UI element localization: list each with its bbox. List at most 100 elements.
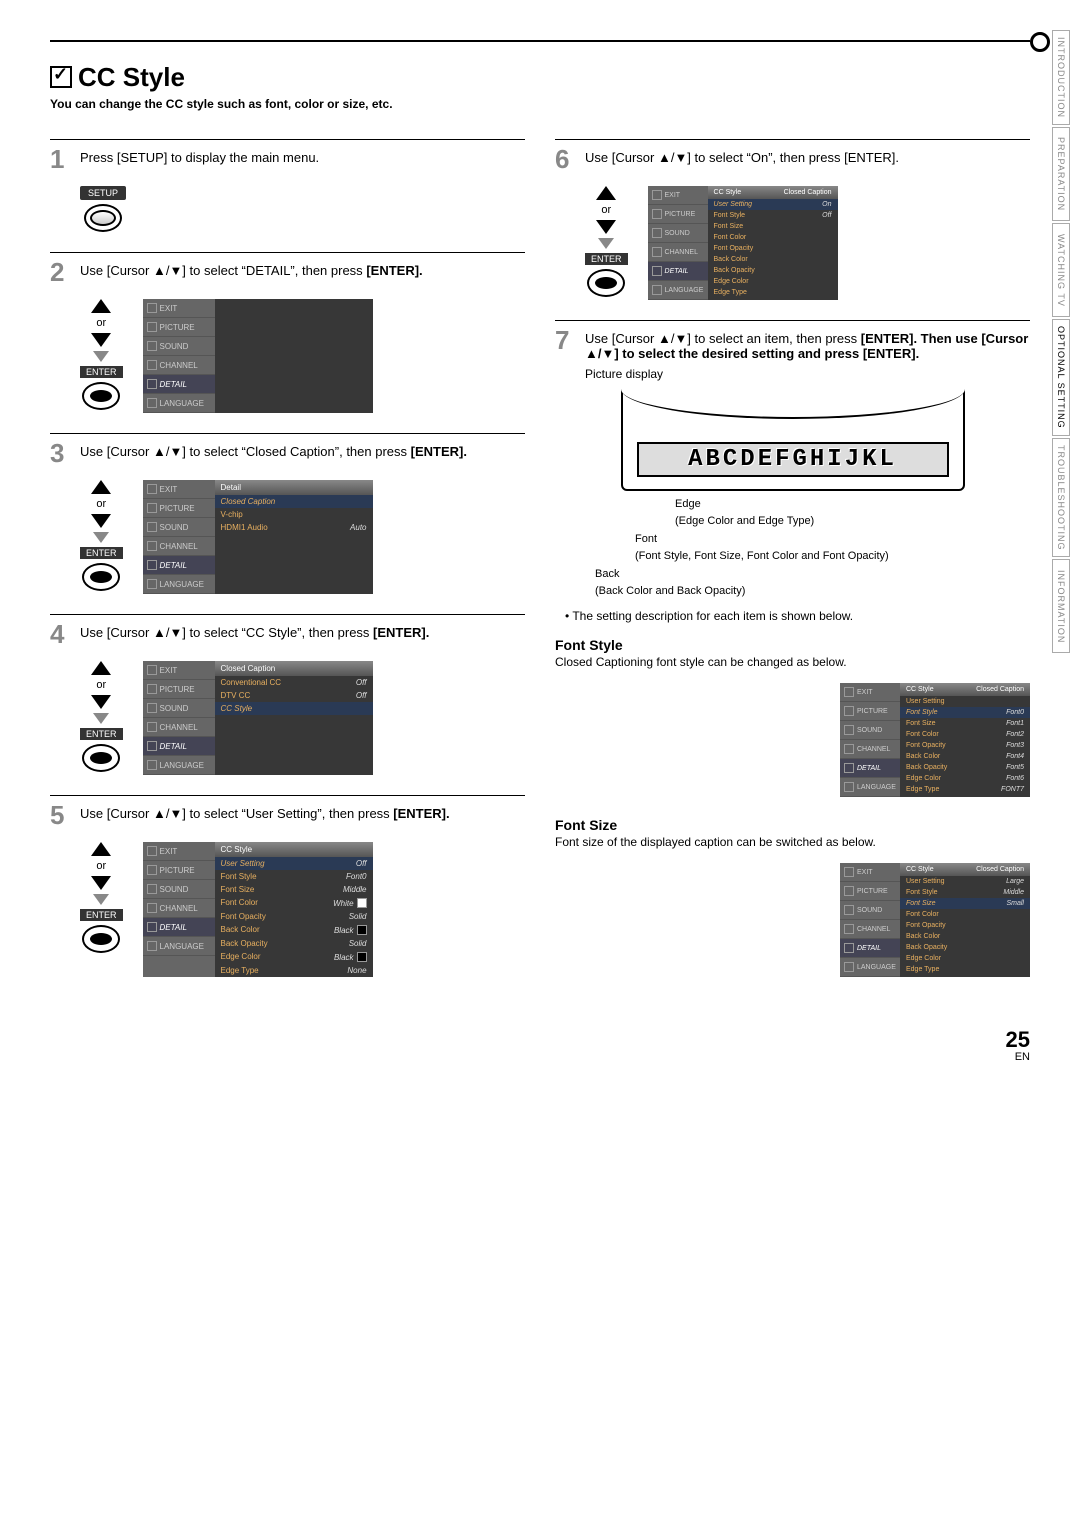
menu-item-icon xyxy=(147,722,157,732)
menu-row: Font OpacitySolid xyxy=(215,910,373,923)
menu-item-label: EXIT xyxy=(160,304,178,313)
or-label: or xyxy=(96,679,106,691)
menu-item-label: CHANNEL xyxy=(857,746,890,753)
menu-side-item: DETAIL xyxy=(143,375,215,394)
menu-row: Edge Color xyxy=(708,276,838,287)
step-number: 4 xyxy=(50,621,72,647)
picture-display: ABCDEFGHIJKL xyxy=(621,387,965,491)
menu-title: CC Style xyxy=(215,842,373,857)
menu-side-item: DETAIL xyxy=(143,556,215,575)
menu-item-icon xyxy=(147,360,157,370)
step-number: 5 xyxy=(50,802,72,828)
menu-item-label: EXIT xyxy=(857,689,873,696)
enter-button-icon xyxy=(587,269,625,297)
menu-item-label: SOUND xyxy=(160,704,189,713)
menu-item-label: SOUND xyxy=(857,727,882,734)
menu-side-item: EXIT xyxy=(143,480,215,499)
menu-side-item: CHANNEL xyxy=(840,920,900,939)
step-number: 2 xyxy=(50,259,72,285)
cursor-enter-illustration: or ENTER xyxy=(80,480,123,591)
down-arrow-gray-icon xyxy=(93,532,109,543)
menu-item-icon xyxy=(147,303,157,313)
menu-side-item: DETAIL xyxy=(648,262,708,281)
menu-item-label: SOUND xyxy=(857,907,882,914)
menu-item-icon xyxy=(147,379,157,389)
up-arrow-icon xyxy=(91,842,111,856)
down-arrow-icon xyxy=(596,220,616,234)
menu-row: Back OpacityFont5 xyxy=(900,762,1030,773)
step-number: 1 xyxy=(50,146,72,172)
enter-label: ENTER xyxy=(585,253,628,265)
menu-row: Edge Type xyxy=(708,287,838,298)
side-tab-watching-tv[interactable]: WATCHING TV xyxy=(1052,223,1070,317)
menu-item-icon xyxy=(844,687,854,697)
menu-detail: EXITPICTURESOUNDCHANNELDETAILLANGUAGE De… xyxy=(143,480,373,594)
menu-item-label: CHANNEL xyxy=(160,361,198,370)
menu-row: Font Color xyxy=(900,909,1030,920)
up-arrow-icon xyxy=(91,299,111,313)
font-style-text: Closed Captioning font style can be chan… xyxy=(555,655,1030,669)
menu-item-label: SOUND xyxy=(160,885,189,894)
menu-side-item: DETAIL xyxy=(840,759,900,778)
menu-side-item: SOUND xyxy=(840,901,900,920)
menu-row: Font StyleFont0 xyxy=(900,707,1030,718)
menu-item-icon xyxy=(147,541,157,551)
menu-row: CC Style xyxy=(215,702,373,715)
menu-item-icon xyxy=(652,247,662,257)
menu-item-label: SOUND xyxy=(160,523,189,532)
menu-item-icon xyxy=(652,266,662,276)
menu-row: Edge TypeNone xyxy=(215,964,373,977)
menu-closed-caption: EXITPICTURESOUNDCHANNELDETAILLANGUAGE Cl… xyxy=(143,661,373,775)
menu-item-icon xyxy=(147,903,157,913)
menu-item-label: PICTURE xyxy=(857,888,888,895)
menu-item-icon xyxy=(844,886,854,896)
side-tab-optional-setting[interactable]: OPTIONAL SETTING xyxy=(1052,319,1070,436)
menu-side-item: CHANNEL xyxy=(143,899,215,918)
side-tab-information[interactable]: INFORMATION xyxy=(1052,559,1070,653)
menu-item-icon xyxy=(147,484,157,494)
menu-item-icon xyxy=(844,725,854,735)
menu-side-item: CHANNEL xyxy=(143,537,215,556)
menu-side-item: LANGUAGE xyxy=(143,937,215,956)
font-size-heading: Font Size xyxy=(555,817,1030,833)
menu-item-label: DETAIL xyxy=(160,561,187,570)
menu-font-size: EXITPICTURESOUNDCHANNELDETAILLANGUAGE CC… xyxy=(840,863,1030,977)
menu-row: Font Opacity xyxy=(900,920,1030,931)
color-swatch-icon xyxy=(357,952,367,962)
menu-side-item: CHANNEL xyxy=(648,243,708,262)
menu-row: Back Opacity xyxy=(708,265,838,276)
cursor-enter-illustration: or ENTER xyxy=(80,661,123,772)
menu-item-icon xyxy=(147,665,157,675)
cursor-enter-illustration: or ENTER xyxy=(80,842,123,953)
menu-side-item: SOUND xyxy=(143,337,215,356)
menu-side-item: SOUND xyxy=(143,699,215,718)
picture-display-label: Picture display xyxy=(585,367,1030,381)
menu-item-icon xyxy=(844,763,854,773)
menu-item-label: LANGUAGE xyxy=(160,761,204,770)
side-tab-troubleshooting[interactable]: TROUBLESHOOTING xyxy=(1052,438,1070,558)
step-number: 6 xyxy=(555,146,577,172)
menu-side-item: LANGUAGE xyxy=(840,778,900,797)
enter-button-icon xyxy=(82,744,120,772)
menu-item-icon xyxy=(147,760,157,770)
menu-row: Back Opacity xyxy=(900,942,1030,953)
color-swatch-icon xyxy=(357,925,367,935)
step-number: 7 xyxy=(555,327,577,361)
side-tab-introduction[interactable]: INTRODUCTION xyxy=(1052,30,1070,125)
down-arrow-icon xyxy=(91,514,111,528)
menu-side-item: EXIT xyxy=(143,661,215,680)
side-tab-preparation[interactable]: PREPARATION xyxy=(1052,127,1070,221)
menu-item-icon xyxy=(147,884,157,894)
menu-item-label: PICTURE xyxy=(160,685,195,694)
font-size-text: Font size of the displayed caption can b… xyxy=(555,835,1030,849)
menu-side-item: CHANNEL xyxy=(143,356,215,375)
menu-side-item: PICTURE xyxy=(840,702,900,721)
menu-item-label: CHANNEL xyxy=(665,249,698,256)
menu-item-label: EXIT xyxy=(665,192,681,199)
menu-item-icon xyxy=(147,922,157,932)
menu-item-label: CHANNEL xyxy=(857,926,890,933)
down-arrow-gray-icon xyxy=(93,713,109,724)
menu-item-icon xyxy=(844,744,854,754)
menu-row: Font SizeSmall xyxy=(900,898,1030,909)
step-4: 4 Use [Cursor ▲/▼] to select “CC Style”,… xyxy=(50,621,525,647)
